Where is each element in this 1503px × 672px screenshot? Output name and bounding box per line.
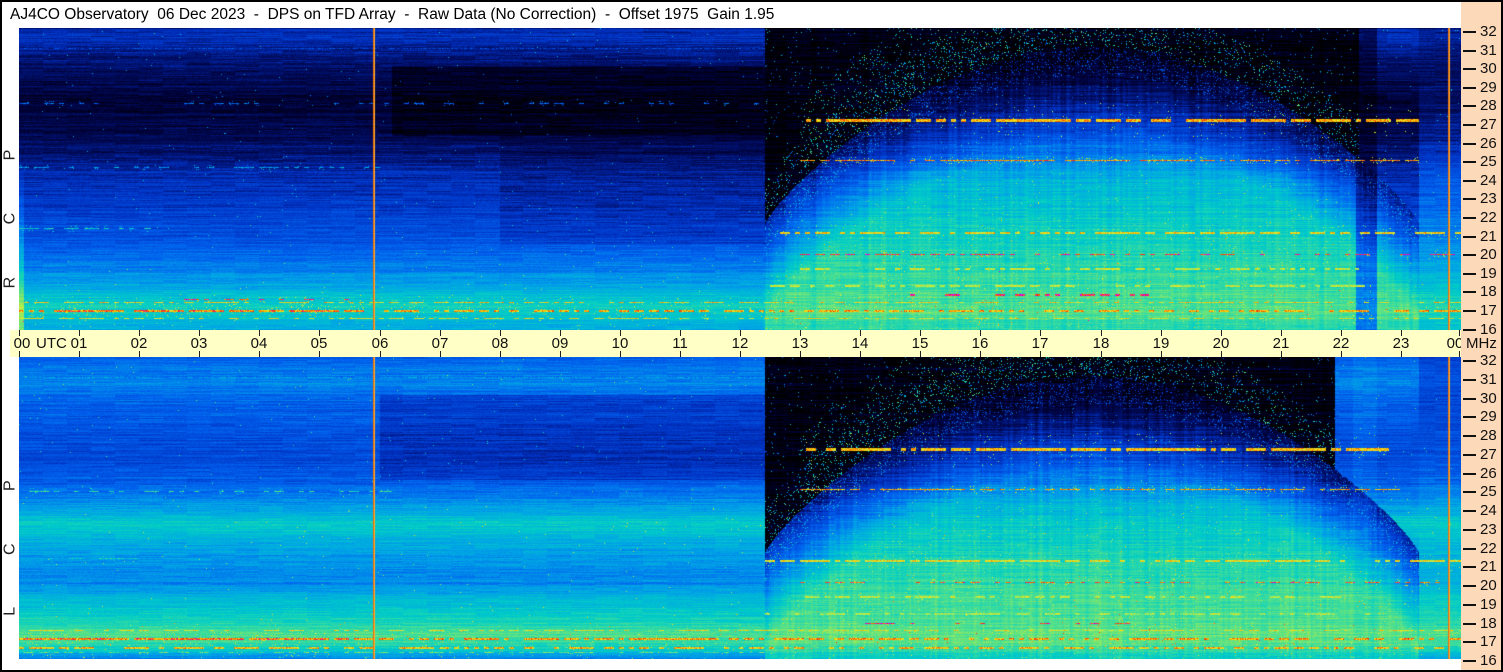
hour-label: 15 (911, 335, 929, 352)
lcp-panel-label: L C P (2, 357, 19, 659)
spectrogram-page: AJ4CO Observatory 06 Dec 2023 - DPS on T… (0, 0, 1503, 672)
hour-label: 16 (971, 335, 989, 352)
lcp-panel-label-text: L C P (1, 456, 19, 616)
rcp-panel-label: R C P (2, 28, 19, 330)
hour-label: 08 (491, 335, 509, 352)
hour-label: 06 (371, 335, 389, 352)
hour-label: 21 (1272, 335, 1290, 352)
hour-label: 19 (1152, 335, 1170, 352)
time-unit-label: UTC (36, 335, 67, 352)
hour-label: 22 (1332, 335, 1350, 352)
rcp-panel-label-text: R C P (1, 125, 19, 289)
hour-label: 12 (731, 335, 749, 352)
rcp-spectrogram-canvas (19, 28, 1461, 330)
hour-label: 18 (1092, 335, 1110, 352)
time-axis: UTC 00 01 02 03 04 05 06 07 08 09 10 11 12 13 14 15 16 17… (10, 330, 1463, 357)
hour-label: 03 (190, 335, 208, 352)
hour-label: 14 (851, 335, 869, 352)
hour-label: 13 (791, 335, 809, 352)
hour-label: 17 (1031, 335, 1049, 352)
frequency-unit-label: MHz (1466, 335, 1497, 352)
hour-label: 02 (130, 335, 148, 352)
hour-label: 23 (1392, 335, 1410, 352)
lcp-spectrogram-canvas (19, 357, 1461, 659)
hour-label: 00 (13, 335, 31, 352)
title-bar: AJ4CO Observatory 06 Dec 2023 - DPS on T… (2, 2, 1461, 28)
hour-label: 04 (250, 335, 268, 352)
hour-label: 10 (611, 335, 629, 352)
hour-label: 01 (70, 335, 88, 352)
hour-label: 11 (672, 335, 688, 352)
hour-label: 07 (431, 335, 449, 352)
hour-label: 09 (551, 335, 569, 352)
hour-label: 20 (1212, 335, 1230, 352)
page-title: AJ4CO Observatory 06 Dec 2023 - DPS on T… (10, 6, 775, 23)
hour-label: 05 (310, 335, 328, 352)
